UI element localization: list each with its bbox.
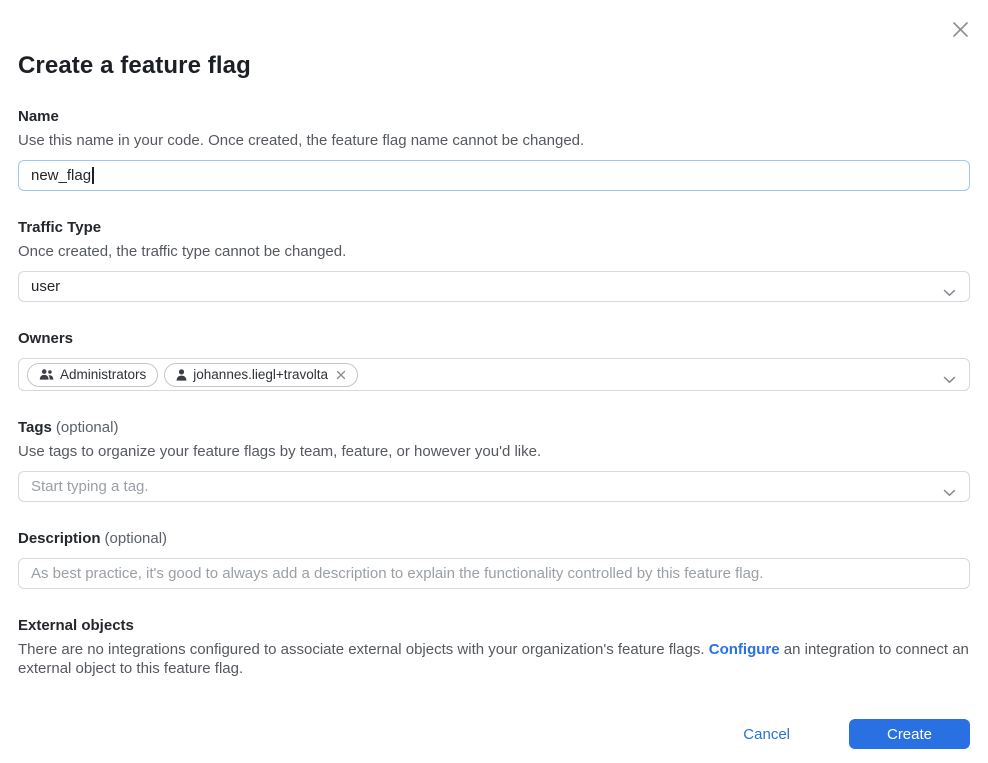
page-title: Create a feature flag [18, 0, 970, 80]
text-caret [92, 167, 94, 184]
tags-optional-text: (optional) [56, 419, 119, 436]
owners-select[interactable]: Administrators johannes.liegl+travolta [18, 358, 970, 391]
tags-select[interactable]: Start typing a tag. [18, 471, 970, 502]
chevron-down-icon [943, 371, 956, 388]
owner-chip-label: Administrators [60, 367, 146, 382]
name-helper-text: Use this name in your code. Once created… [18, 131, 970, 151]
tags-label-text: Tags [18, 419, 52, 436]
person-icon [176, 369, 187, 381]
modal-footer: Cancel Create [18, 719, 970, 749]
create-feature-flag-modal: Create a feature flag Name Use this name… [0, 0, 988, 763]
description-label-text: Description [18, 530, 101, 547]
chevron-down-icon [943, 284, 956, 301]
description-optional-text: (optional) [105, 530, 168, 547]
name-input[interactable]: new_flag [18, 160, 970, 191]
tags-section: Tags(optional) Use tags to organize your… [18, 418, 970, 502]
create-button[interactable]: Create [849, 719, 970, 749]
tags-label: Tags(optional) [18, 418, 970, 438]
external-objects-section: External objects There are no integratio… [18, 616, 970, 678]
external-objects-text: There are no integrations configured to … [18, 641, 970, 678]
chevron-down-icon [943, 484, 956, 501]
cancel-button[interactable]: Cancel [733, 720, 800, 749]
owners-section: Owners Administrators [18, 329, 970, 391]
owner-chip-administrators[interactable]: Administrators [27, 363, 158, 387]
close-icon [950, 19, 971, 40]
name-section: Name Use this name in your code. Once cr… [18, 107, 970, 191]
owners-label: Owners [18, 329, 970, 349]
description-label: Description(optional) [18, 529, 970, 549]
external-objects-text-before: There are no integrations configured to … [18, 641, 709, 658]
description-section: Description(optional) [18, 529, 970, 589]
traffic-type-label: Traffic Type [18, 218, 970, 238]
x-icon [336, 370, 346, 380]
configure-link[interactable]: Configure [709, 641, 780, 658]
traffic-type-select[interactable]: user [18, 271, 970, 302]
name-input-value: new_flag [31, 167, 91, 184]
name-label: Name [18, 107, 970, 127]
close-button[interactable] [947, 16, 973, 42]
traffic-type-section: Traffic Type Once created, the traffic t… [18, 218, 970, 302]
traffic-type-helper-text: Once created, the traffic type cannot be… [18, 242, 970, 262]
tags-helper-text: Use tags to organize your feature flags … [18, 442, 970, 462]
tags-placeholder: Start typing a tag. [31, 478, 149, 495]
remove-owner-button[interactable] [336, 370, 346, 380]
group-icon [39, 369, 54, 380]
owner-chip-user[interactable]: johannes.liegl+travolta [164, 363, 358, 387]
description-input[interactable] [18, 558, 970, 589]
traffic-type-selected-value: user [31, 278, 60, 295]
external-objects-label: External objects [18, 616, 970, 636]
owner-chip-label: johannes.liegl+travolta [193, 367, 328, 382]
